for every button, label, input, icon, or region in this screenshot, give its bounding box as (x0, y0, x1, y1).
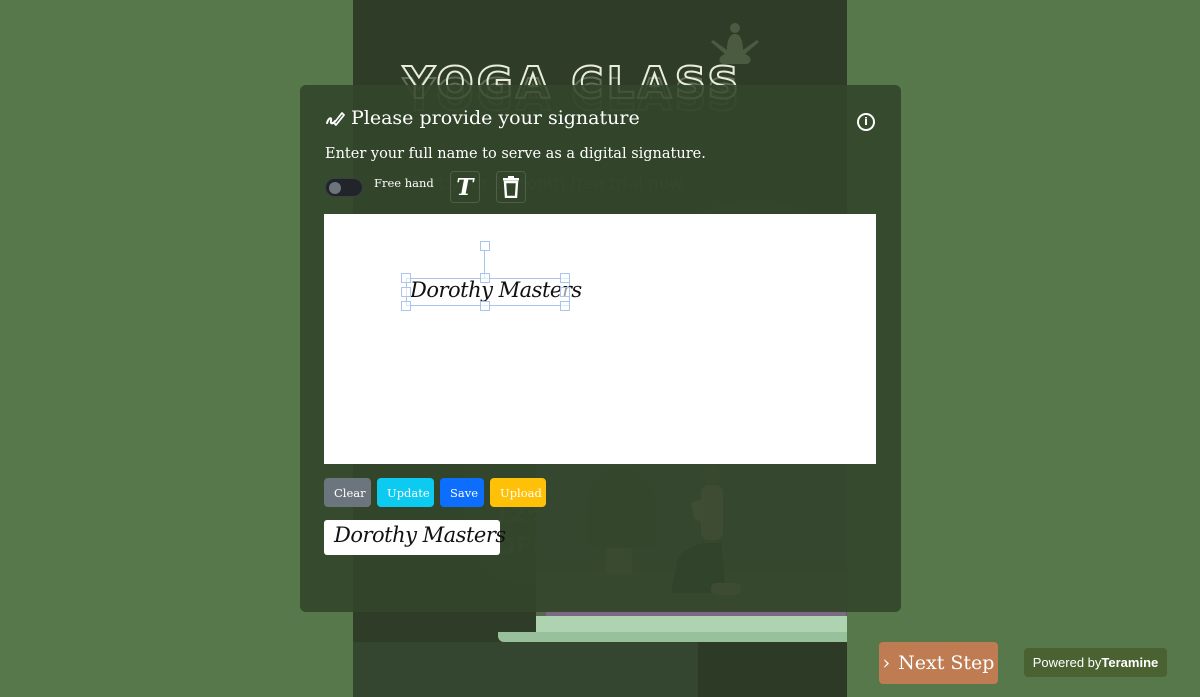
resize-handle-bottom[interactable] (480, 301, 490, 311)
next-step-label: Next Step (898, 652, 995, 674)
modal-description: Enter your full name to serve as a digit… (325, 146, 706, 162)
save-button[interactable]: Save (440, 478, 484, 507)
free-hand-label: Free hand (374, 176, 434, 190)
powered-by-badge[interactable]: Powered by Teramine (1024, 648, 1167, 677)
resize-handle-top-left[interactable] (401, 273, 411, 283)
signature-toolbar: Free hand T (325, 171, 526, 203)
resize-handle-right[interactable] (560, 287, 570, 297)
resize-handle-bottom-right[interactable] (560, 301, 570, 311)
trash-icon (502, 176, 519, 198)
clear-button[interactable]: Clear (324, 478, 371, 507)
delete-tool-button[interactable] (495, 171, 526, 203)
signature-canvas[interactable]: Dorothy Masters (324, 214, 876, 464)
powered-by-brand: Teramine (1101, 655, 1159, 670)
resize-handle-top-right[interactable] (560, 273, 570, 283)
update-button[interactable]: Update (377, 478, 434, 507)
signature-preview: Dorothy Masters (324, 520, 506, 555)
preview-signature-text: Dorothy Masters (334, 523, 506, 547)
modal-header: Please provide your signature (325, 107, 640, 129)
info-icon[interactable]: i (857, 113, 875, 131)
signature-pen-icon (326, 112, 345, 126)
resize-handle-top[interactable] (480, 273, 490, 283)
rotate-handle[interactable] (480, 241, 490, 251)
free-hand-toggle[interactable] (325, 177, 363, 197)
next-step-button[interactable]: › Next Step (879, 642, 998, 684)
laptop-base (536, 616, 847, 632)
canvas-signature-text: Dorothy Masters (410, 278, 582, 302)
toggle-knob (329, 181, 341, 194)
text-icon: T (456, 173, 474, 201)
signature-modal: Please provide your signature i Enter yo… (300, 85, 901, 612)
action-buttons: Clear Update Save Upload (324, 478, 546, 507)
resize-handle-left[interactable] (401, 287, 411, 297)
upload-button[interactable]: Upload (490, 478, 546, 507)
text-tool-button[interactable]: T (449, 171, 480, 203)
chevron-right-icon: › (882, 652, 891, 674)
modal-title: Please provide your signature (351, 107, 640, 129)
powered-by-prefix: Powered by (1032, 655, 1102, 670)
resize-handle-bottom-left[interactable] (401, 301, 411, 311)
